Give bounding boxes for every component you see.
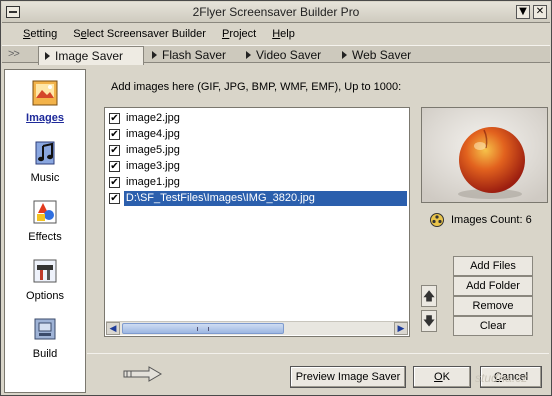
horizontal-scrollbar[interactable]: ◀ ▶ — [106, 321, 408, 335]
image-preview — [421, 107, 548, 203]
scroll-right-icon[interactable]: ▶ — [394, 322, 408, 335]
tools-icon — [33, 259, 57, 283]
tab-video-saver[interactable]: Video Saver — [240, 46, 329, 64]
app-window: 2Flyer Screensaver Builder Pro ▼ ✕ Setti… — [0, 0, 552, 396]
list-item-selected[interactable]: ✔ D:\SF_TestFiles\Images\IMG_3820.jpg — [107, 190, 407, 206]
menu-select-builder-label: lect Screensaver Builder — [86, 28, 206, 40]
sidebar-item-options[interactable]: Options — [5, 256, 85, 302]
file-actions: Add Files Add Folder Remove Clear — [453, 256, 533, 336]
menu-help[interactable]: Help — [264, 26, 303, 44]
menu-select-builder-prefix: S — [73, 28, 81, 40]
file-name: image4.jpg — [126, 128, 180, 140]
effects-shapes-icon — [33, 200, 57, 224]
sidebar-item-label: Options — [26, 290, 64, 302]
sidebar-item-build[interactable]: Build — [5, 314, 85, 360]
list-item[interactable]: ✔ image5.jpg — [107, 142, 407, 158]
sidebar: Images Music Effects Options Build — [4, 69, 86, 393]
tab-flash-saver[interactable]: Flash Saver — [146, 46, 234, 64]
tab-image-saver[interactable]: Image Saver — [38, 46, 144, 65]
music-note-icon — [35, 141, 55, 165]
next-arrow-icon — [123, 366, 162, 382]
clear-button[interactable]: Clear — [453, 316, 533, 336]
image-file-list[interactable]: ✔ image2.jpg ✔ image4.jpg ✔ image5.jpg ✔… — [104, 107, 410, 337]
tab-strip: >> Image Saver Flash Saver Video Saver W… — [2, 45, 550, 65]
ok-button[interactable]: OK — [413, 366, 471, 388]
sidebar-item-images[interactable]: Images — [5, 78, 85, 124]
film-reel-icon — [430, 213, 444, 227]
reorder-controls: 🡅 🡇 — [421, 285, 437, 333]
minimize-button[interactable]: ▼ — [516, 5, 530, 19]
images-count-label: Images Count: 6 — [451, 214, 532, 226]
add-folder-button[interactable]: Add Folder — [453, 276, 533, 296]
file-checkbox[interactable]: ✔ — [109, 128, 120, 140]
build-icon — [34, 318, 56, 340]
peach-photo-icon — [422, 108, 547, 202]
tab-web-saver[interactable]: Web Saver — [336, 46, 419, 64]
title-bar[interactable]: 2Flyer Screensaver Builder Pro ▼ ✕ — [2, 2, 550, 23]
menu-bar: Setting Select Screensaver Builder Proje… — [15, 26, 303, 44]
file-name: image5.jpg — [126, 144, 180, 156]
images-count: Images Count: 6 — [429, 212, 532, 228]
add-images-hint: Add images here (GIF, JPG, BMP, WMF, EMF… — [111, 81, 402, 93]
menu-setting[interactable]: Setting — [15, 26, 65, 44]
file-checkbox[interactable]: ✔ — [109, 160, 120, 172]
sidebar-item-label: Images — [26, 112, 64, 124]
close-button[interactable]: ✕ — [533, 5, 547, 19]
sidebar-item-label: Effects — [28, 231, 62, 243]
tab-scroll-chevron-icon[interactable]: >> — [8, 48, 20, 60]
list-item[interactable]: ✔ image4.jpg — [107, 126, 407, 142]
move-up-button[interactable]: 🡅 — [421, 285, 437, 307]
images-icon — [32, 80, 58, 106]
file-checkbox[interactable]: ✔ — [109, 176, 120, 188]
sidebar-item-label: Build — [32, 348, 58, 360]
scroll-left-icon[interactable]: ◀ — [106, 322, 120, 335]
window-title: 2Flyer Screensaver Builder Pro — [192, 5, 360, 19]
watermark: stuďna.cz — [475, 371, 528, 385]
menu-project-label: roject — [229, 28, 257, 40]
menu-help-hotkey: H — [272, 28, 281, 40]
file-name: D:\SF_TestFiles\Images\IMG_3820.jpg — [123, 190, 407, 206]
file-checkbox[interactable]: ✔ — [109, 144, 120, 156]
image-saver-panel: Add images here (GIF, JPG, BMP, WMF, EMF… — [87, 69, 549, 351]
file-checkbox[interactable]: ✔ — [109, 192, 120, 204]
menu-select-builder[interactable]: Select Screensaver Builder — [65, 26, 214, 44]
ok-hotkey: O — [434, 371, 443, 383]
file-checkbox[interactable]: ✔ — [109, 112, 120, 124]
file-name: image2.jpg — [126, 112, 180, 124]
sidebar-item-label: Music — [30, 172, 60, 184]
scrollbar-thumb[interactable] — [122, 323, 284, 334]
preview-image-saver-button[interactable]: Preview Image Saver — [290, 366, 406, 388]
sidebar-item-music[interactable]: Music — [5, 138, 85, 184]
remove-button[interactable]: Remove — [453, 296, 533, 316]
list-item[interactable]: ✔ image2.jpg — [107, 110, 407, 126]
list-item[interactable]: ✔ image1.jpg — [107, 174, 407, 190]
menu-project[interactable]: Project — [214, 26, 264, 44]
ok-label: K — [442, 371, 450, 383]
add-files-button[interactable]: Add Files — [453, 256, 533, 276]
file-name: image3.jpg — [126, 160, 180, 172]
move-down-button[interactable]: 🡇 — [421, 310, 437, 332]
sidebar-item-effects[interactable]: Effects — [5, 197, 85, 243]
list-item[interactable]: ✔ image3.jpg — [107, 158, 407, 174]
file-name: image1.jpg — [126, 176, 180, 188]
menu-setting-label: etting — [30, 28, 58, 40]
menu-help-label: elp — [280, 28, 295, 40]
